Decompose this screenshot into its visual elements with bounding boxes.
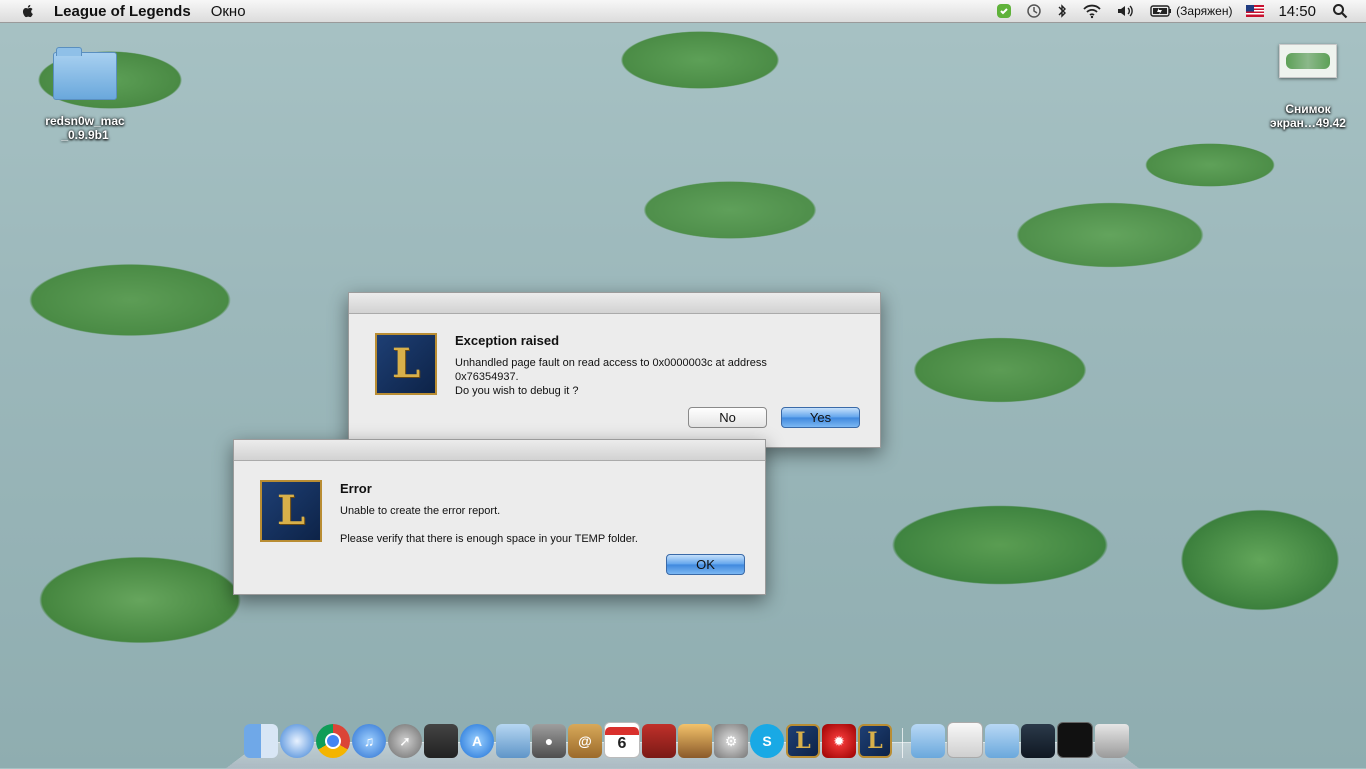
menu-clock[interactable]: 14:50 bbox=[1278, 3, 1316, 20]
league-of-legends-icon[interactable]: L bbox=[786, 724, 820, 758]
ok-button[interactable]: OK bbox=[666, 554, 745, 575]
battery-status-label: (Заряжен) bbox=[1176, 4, 1233, 18]
league-of-legends-logo-icon: L bbox=[260, 480, 322, 542]
evernote-icon[interactable] bbox=[996, 3, 1012, 19]
wifi-icon[interactable] bbox=[1082, 3, 1102, 19]
battery-icon[interactable]: (Заряжен) bbox=[1150, 4, 1232, 18]
spotlight-search-icon[interactable] bbox=[1332, 3, 1348, 19]
bluetooth-icon[interactable] bbox=[1056, 3, 1068, 19]
preview-icon[interactable] bbox=[496, 724, 530, 758]
folder-icon bbox=[53, 47, 117, 100]
dock: ♫ ➚ A ● @ 6 ⚙ S L ✹ L bbox=[244, 718, 1131, 758]
error-dialog-message-1: Unable to create the error report. bbox=[340, 505, 501, 517]
photo-booth-icon[interactable] bbox=[424, 724, 458, 758]
volume-icon[interactable] bbox=[1116, 3, 1136, 19]
error-dialog: L Error Unable to create the error repor… bbox=[233, 439, 766, 595]
yes-button[interactable]: Yes bbox=[781, 407, 860, 428]
finder-icon[interactable] bbox=[244, 724, 278, 758]
launchpad-icon[interactable]: ➚ bbox=[388, 724, 422, 758]
terminal-icon[interactable] bbox=[1057, 722, 1093, 758]
exception-dialog-message-1: Unhandled page fault on read access to 0… bbox=[455, 357, 767, 369]
photo-icon[interactable] bbox=[642, 724, 676, 758]
safari-icon[interactable] bbox=[280, 724, 314, 758]
facetime-icon[interactable]: ● bbox=[532, 724, 566, 758]
screenshot-label-line2: экран…49.42 bbox=[1270, 116, 1346, 130]
game-icon[interactable]: ✹ bbox=[822, 724, 856, 758]
iphoto-icon[interactable] bbox=[678, 724, 712, 758]
trash-icon[interactable] bbox=[1095, 724, 1129, 758]
screenshot-label-line1: Снимок bbox=[1285, 102, 1331, 116]
league-of-legends-icon-2[interactable]: L bbox=[858, 724, 892, 758]
skype-icon[interactable]: S bbox=[750, 724, 784, 758]
error-dialog-titlebar[interactable] bbox=[234, 440, 765, 461]
system-preferences-icon[interactable]: ⚙ bbox=[714, 724, 748, 758]
apple-menu-icon[interactable] bbox=[20, 3, 36, 19]
league-of-legends-logo-icon: L bbox=[375, 333, 437, 395]
app-store-icon[interactable]: A bbox=[460, 724, 494, 758]
dock-separator bbox=[902, 728, 903, 758]
calendar-day-label: 6 bbox=[617, 735, 627, 752]
exception-dialog: L Exception raised Unhandled page fault … bbox=[348, 292, 881, 448]
calendar-icon[interactable]: 6 bbox=[604, 722, 640, 758]
downloads-icon[interactable] bbox=[911, 724, 945, 758]
exception-dialog-message-2: 0x76354937. bbox=[455, 371, 519, 383]
status-area: (Заряжен) 14:50 bbox=[982, 0, 1366, 22]
app-name-menu[interactable]: League of Legends bbox=[54, 3, 191, 20]
chrome-icon[interactable] bbox=[316, 724, 350, 758]
desktop-screenshot-file[interactable]: Снимок экран…49.42 bbox=[1258, 44, 1358, 130]
exception-dialog-title: Exception raised bbox=[455, 333, 560, 348]
screenshot-icon[interactable] bbox=[1021, 724, 1055, 758]
menu-item-window[interactable]: Окно bbox=[211, 3, 246, 20]
menu-bar: League of Legends Окно (Заряжен) 14:50 bbox=[0, 0, 1366, 23]
us-flag-icon[interactable] bbox=[1246, 5, 1265, 17]
exception-dialog-titlebar[interactable] bbox=[349, 293, 880, 314]
desktop-folder-redsn0w[interactable]: redsn0w_mac _0.9.9b1 bbox=[36, 47, 134, 142]
desktop-folder-label: redsn0w_mac _0.9.9b1 bbox=[45, 114, 125, 142]
error-dialog-message-2: Please verify that there is enough space… bbox=[340, 533, 638, 545]
folder-icon[interactable] bbox=[985, 724, 1019, 758]
exception-dialog-message-3: Do you wish to debug it ? bbox=[455, 385, 579, 397]
no-button[interactable]: No bbox=[688, 407, 767, 428]
time-machine-icon[interactable] bbox=[1026, 3, 1042, 19]
screenshot-thumbnail-icon bbox=[1279, 44, 1337, 78]
itunes-icon[interactable]: ♫ bbox=[352, 724, 386, 758]
contacts-icon[interactable]: @ bbox=[568, 724, 602, 758]
error-dialog-title: Error bbox=[340, 481, 372, 496]
documents-icon[interactable] bbox=[947, 722, 983, 758]
